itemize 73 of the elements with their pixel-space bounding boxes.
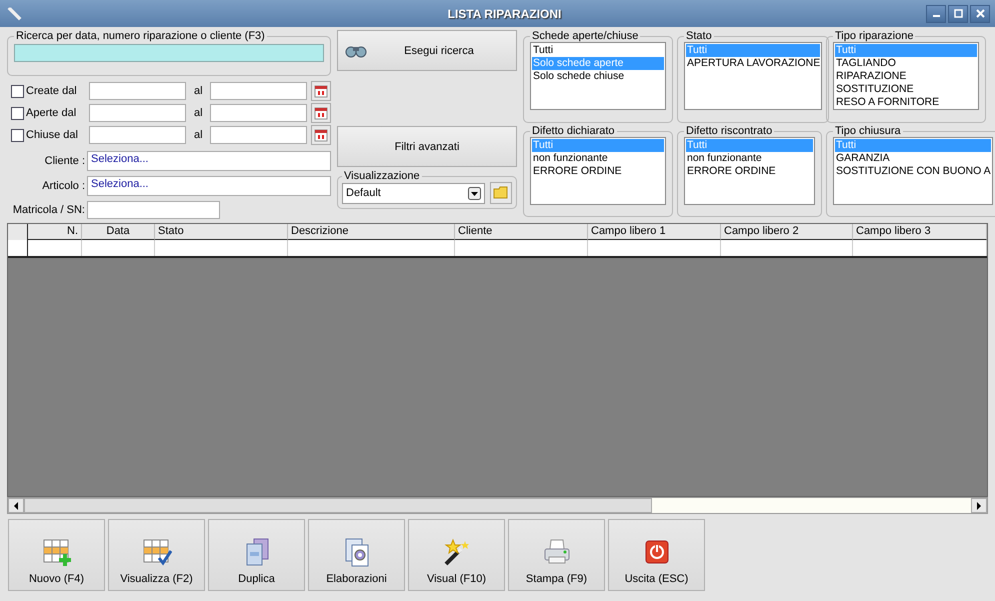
grid-add-icon xyxy=(42,537,72,567)
calendar-icon xyxy=(314,128,328,142)
scroll-left-icon xyxy=(13,502,19,510)
list-item[interactable]: ERRORE ORDINE xyxy=(686,165,813,178)
maximize-icon xyxy=(954,9,962,18)
view-dropdown[interactable]: Default xyxy=(342,182,485,204)
folder-button[interactable] xyxy=(490,182,512,204)
grid-check-icon xyxy=(142,537,172,567)
search-field[interactable] xyxy=(14,44,324,62)
action-button[interactable]: Duplica xyxy=(208,519,305,591)
calendar-icon xyxy=(314,84,328,98)
date-field[interactable] xyxy=(210,126,308,144)
action-button[interactable]: Uscita (ESC) xyxy=(608,519,705,591)
list-item[interactable]: RESO A FORNITORE xyxy=(835,96,977,109)
action-button[interactable]: Stampa (F9) xyxy=(508,519,605,591)
calendar-button[interactable] xyxy=(311,81,331,101)
checkbox-label: Create dal xyxy=(26,85,77,97)
checkbox[interactable] xyxy=(11,106,24,120)
scroll-right-icon xyxy=(976,502,982,510)
date-field[interactable] xyxy=(89,104,186,122)
group-title: Visualizzazione xyxy=(343,170,421,182)
list-item[interactable]: GARANZIA xyxy=(835,152,991,165)
field-label: al xyxy=(192,85,204,97)
horizontal-scrollbar[interactable] xyxy=(7,497,988,514)
group-title: Schede aperte/chiuse xyxy=(531,30,640,42)
list-item[interactable]: APERTURA LAVORAZIONE xyxy=(686,57,820,70)
list-item[interactable]: RIPARAZIONE xyxy=(835,70,977,83)
group-title: Difetto dichiarato xyxy=(531,125,616,137)
close-icon xyxy=(976,9,984,18)
group-title: Tipo riparazione xyxy=(834,30,914,42)
list-item[interactable]: ERRORE ORDINE xyxy=(532,165,664,178)
group-title: Tipo chiusura xyxy=(834,125,902,137)
list-item[interactable]: non funzionante xyxy=(532,152,664,165)
date-field[interactable] xyxy=(210,82,308,100)
list-item[interactable]: Tutti xyxy=(532,44,664,57)
calendar-button[interactable] xyxy=(311,103,331,123)
binoculars-icon xyxy=(344,44,368,58)
window-title: LISTA RIPARAZIONI xyxy=(446,6,562,20)
select-field[interactable]: Seleziona... xyxy=(87,151,331,171)
checkbox-label: Chiuse dal xyxy=(26,129,78,141)
action-button[interactable]: Visualizza (F2) xyxy=(108,519,205,591)
checkbox[interactable] xyxy=(11,84,24,98)
group-title: Ricerca per data, numero riparazione o cliente (F3) xyxy=(15,30,266,42)
select-field[interactable]: Seleziona... xyxy=(87,176,331,196)
list-item[interactable]: SOSTITUZIONE CON BUONO A xyxy=(835,165,991,178)
field-label: Cliente : xyxy=(44,155,86,167)
close-button[interactable] xyxy=(970,4,990,22)
group-title: Stato xyxy=(685,30,713,42)
list-item[interactable]: TAGLIANDO xyxy=(835,57,977,70)
advanced-filters-button[interactable]: Filtri avanzati xyxy=(337,126,517,167)
checkbox-label: Aperte dal xyxy=(26,107,76,119)
minimize-button[interactable] xyxy=(926,4,946,22)
list-item[interactable]: non funzionante xyxy=(686,152,813,165)
field-label: Matricola / SN: xyxy=(12,204,86,216)
date-field[interactable] xyxy=(89,82,186,100)
action-button[interactable]: Visual (F10) xyxy=(408,519,505,591)
maximize-button[interactable] xyxy=(948,4,968,22)
group-title: Difetto riscontrato xyxy=(685,125,774,137)
checkbox[interactable] xyxy=(11,128,24,142)
search-button[interactable]: Esegui ricerca xyxy=(337,30,517,71)
field-label: Articolo : xyxy=(41,180,86,192)
field-label: al xyxy=(192,107,204,119)
list-item[interactable]: Solo schede chiuse xyxy=(532,70,664,83)
folder-icon xyxy=(493,186,509,200)
serial-field[interactable] xyxy=(87,201,220,219)
calendar-icon xyxy=(314,106,328,120)
action-button[interactable]: Nuovo (F4) xyxy=(8,519,105,591)
date-field[interactable] xyxy=(210,104,308,122)
field-label: al xyxy=(192,129,204,141)
action-button[interactable]: Elaborazioni xyxy=(308,519,405,591)
date-field[interactable] xyxy=(89,126,186,144)
list-item[interactable]: SOSTITUZIONE xyxy=(835,83,977,96)
calendar-button[interactable] xyxy=(311,125,331,145)
